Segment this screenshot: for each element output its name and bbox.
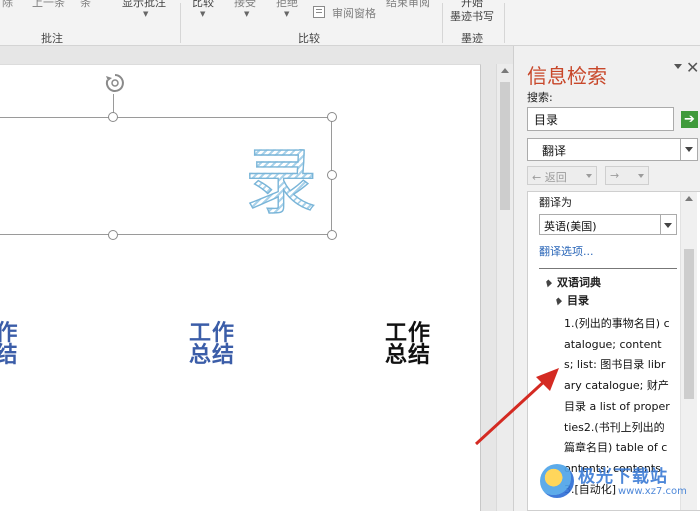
headword-node[interactable]: 目录 xyxy=(554,292,589,308)
research-service-select[interactable]: 翻译 xyxy=(527,138,698,161)
wordart-line: 结 xyxy=(0,343,19,368)
wordart-title-char: 录 xyxy=(244,140,318,224)
chevron-down-icon[interactable] xyxy=(638,174,644,178)
document-vertical-scrollbar[interactable] xyxy=(496,64,513,511)
forward-arrow-icon: → xyxy=(610,169,620,182)
headword-label: 目录 xyxy=(567,294,589,307)
accept-button[interactable]: 接受 xyxy=(234,0,256,10)
end-review-button[interactable]: 结束审阅 xyxy=(386,0,430,10)
wordart-item-2[interactable]: 工作 总结 xyxy=(188,323,236,367)
resize-handle[interactable] xyxy=(108,112,118,122)
pane-title: 信息检索 xyxy=(527,64,607,88)
resize-handle[interactable] xyxy=(108,230,118,240)
wordart-line: 工作 xyxy=(384,321,431,346)
ribbon: 除 上一条 条 显示批注 ▼ 批注 比较 ▼ 接受 ▼ 拒绝 ▼ 审阅窗格 结束… xyxy=(0,0,700,46)
chevron-down-icon[interactable] xyxy=(664,223,672,228)
document-area xyxy=(0,46,496,511)
wordart-item-3[interactable]: 工作 总结 xyxy=(384,323,432,367)
resize-handle[interactable] xyxy=(327,230,337,240)
chevron-down-icon[interactable] xyxy=(586,174,592,178)
close-icon[interactable]: ✕ xyxy=(686,58,699,77)
ribbon-separator xyxy=(504,3,505,43)
review-pane-button[interactable]: 审阅窗格 xyxy=(332,5,376,21)
compare-dropdown-icon[interactable]: ▼ xyxy=(200,10,205,18)
scroll-up-arrow-icon[interactable] xyxy=(685,196,693,201)
wordart-line: 总结 xyxy=(188,343,235,368)
watermark: 极光下载站 www.xz7.com xyxy=(540,460,700,511)
reject-button[interactable]: 拒绝 xyxy=(276,0,298,10)
collapse-triangle-icon[interactable] xyxy=(554,297,562,305)
search-label: 搜索: xyxy=(527,91,553,104)
target-language-value: 英语(美国) xyxy=(544,220,597,233)
reject-dropdown-icon[interactable]: ▼ xyxy=(284,10,289,18)
accept-dropdown-icon[interactable]: ▼ xyxy=(244,10,249,18)
bilingual-dictionary-node[interactable]: 双语词典 xyxy=(544,274,601,290)
ink-writing-label[interactable]: 墨迹书写 xyxy=(450,8,494,24)
research-pane: 信息检索 ✕ 搜索: 目录 ➔ 翻译 ← 返回 → 翻译为 英语(美国) 翻译选… xyxy=(513,46,700,511)
word-window: 除 上一条 条 显示批注 ▼ 批注 比较 ▼ 接受 ▼ 拒绝 ▼ 审阅窗格 结束… xyxy=(0,0,700,511)
go-arrow-icon[interactable]: ➔ xyxy=(681,111,698,128)
scrollbar-thumb[interactable] xyxy=(500,82,510,210)
research-service-value: 翻译 xyxy=(542,144,567,158)
select-divider xyxy=(680,139,681,160)
chevron-down-icon[interactable] xyxy=(685,147,693,152)
search-input[interactable]: 目录 xyxy=(527,107,674,131)
group-comments-label: 批注 xyxy=(41,32,63,45)
show-comments-dropdown-icon[interactable]: ▼ xyxy=(143,10,148,18)
group-compare-label: 比较 xyxy=(298,32,320,45)
translate-to-label: 翻译为 xyxy=(539,196,572,209)
ribbon-separator xyxy=(442,3,443,43)
rotate-handle-icon[interactable] xyxy=(104,72,126,94)
show-comments-button[interactable]: 显示批注 xyxy=(122,0,166,10)
delete-comment-button[interactable]: 除 xyxy=(2,0,13,10)
bilingual-dictionary-label: 双语词典 xyxy=(557,276,601,289)
ribbon-separator xyxy=(180,3,181,43)
wordart-line: 总结 xyxy=(384,343,431,368)
scroll-up-arrow-icon[interactable] xyxy=(501,68,509,73)
forward-button[interactable]: → xyxy=(605,166,649,185)
watermark-logo-icon xyxy=(540,464,574,498)
resize-handle[interactable] xyxy=(327,112,337,122)
compare-button[interactable]: 比较 xyxy=(192,0,214,10)
translation-options-link[interactable]: 翻译选项... xyxy=(539,243,594,259)
scrollbar-thumb[interactable] xyxy=(684,249,694,399)
previous-comment-button[interactable]: 上一条 xyxy=(32,0,65,10)
wordart-line: 作 xyxy=(0,321,19,346)
watermark-name: 极光下载站 xyxy=(578,467,668,487)
divider xyxy=(539,268,677,269)
target-language-select[interactable]: 英语(美国) xyxy=(539,214,677,235)
back-label: 返回 xyxy=(544,171,567,184)
review-pane-icon xyxy=(313,6,325,18)
next-comment-button[interactable]: 条 xyxy=(80,0,91,10)
group-ink-label: 墨迹 xyxy=(461,32,483,45)
pane-options-icon[interactable] xyxy=(674,64,682,69)
watermark-url: www.xz7.com xyxy=(618,486,687,497)
resize-handle[interactable] xyxy=(327,170,337,180)
back-button[interactable]: ← 返回 xyxy=(527,166,597,185)
collapse-triangle-icon[interactable] xyxy=(544,279,552,287)
back-arrow-icon: ← xyxy=(532,171,542,184)
wordart-item-1[interactable]: 作 结 xyxy=(0,323,20,367)
select-divider xyxy=(660,215,661,234)
wordart-line: 工作 xyxy=(188,321,235,346)
